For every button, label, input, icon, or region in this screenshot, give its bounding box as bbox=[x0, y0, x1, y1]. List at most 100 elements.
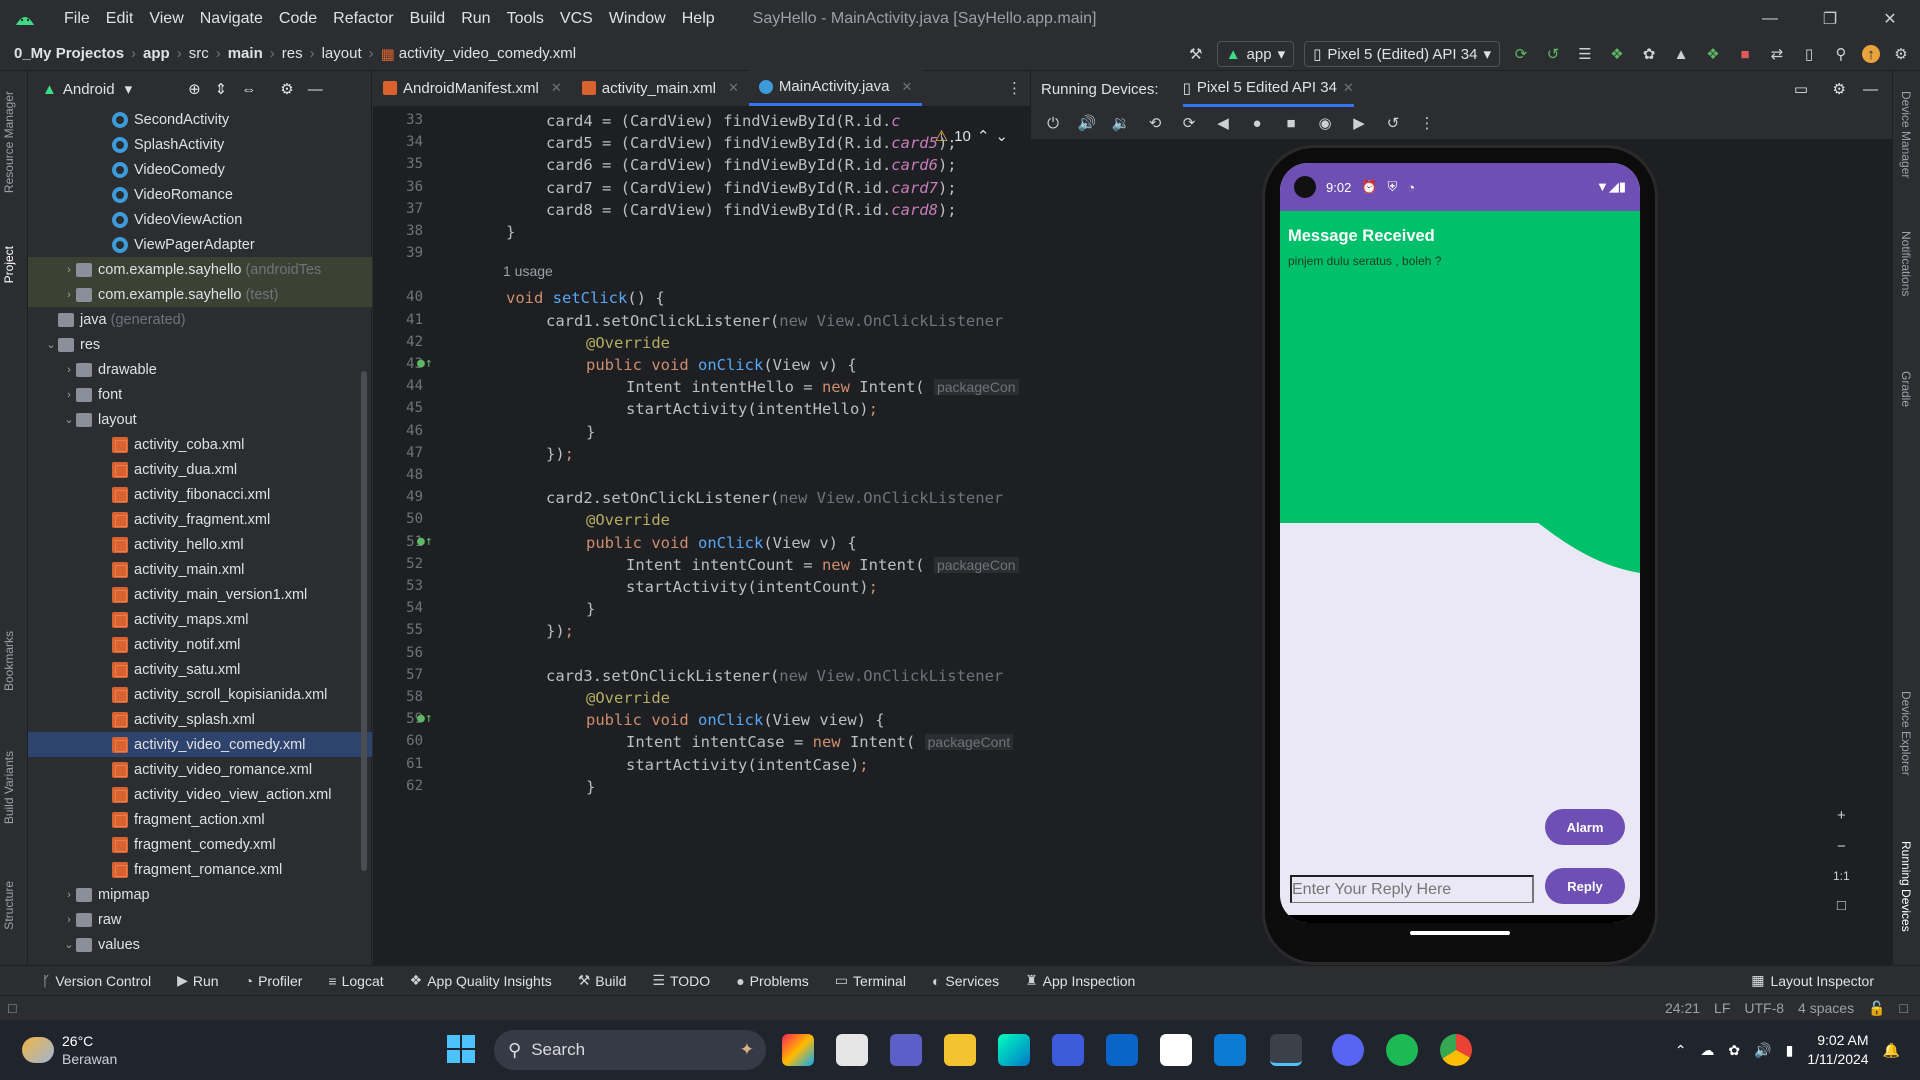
tree-item[interactable]: VideoRomance bbox=[28, 182, 372, 207]
settings-icon[interactable]: ⚙ bbox=[1890, 43, 1912, 65]
chevron-up-icon[interactable]: ⌃ bbox=[977, 127, 990, 145]
hammer-icon[interactable]: ⚒ bbox=[1185, 43, 1207, 65]
tab-device-manager[interactable]: Device Manager bbox=[1899, 91, 1913, 178]
code-line[interactable]: card2.setOnClickListener(new View.OnClic… bbox=[546, 489, 1003, 507]
caret-position[interactable]: 24:21 bbox=[1665, 1000, 1700, 1016]
code-line[interactable]: } bbox=[586, 600, 595, 618]
tab-androidmanifest-xml[interactable]: AndroidManifest.xml ✕ bbox=[373, 70, 572, 106]
close-icon[interactable]: ✕ bbox=[1343, 80, 1354, 96]
tool-problems[interactable]: ● Problems bbox=[736, 972, 809, 989]
code-line[interactable]: public void onClick(View v) { bbox=[586, 534, 857, 552]
vscode-icon[interactable] bbox=[1214, 1034, 1246, 1066]
menu-item-build[interactable]: Build bbox=[402, 0, 454, 37]
breadcrumb-item[interactable]: res bbox=[282, 45, 303, 62]
minimize-icon[interactable]: — bbox=[1740, 0, 1800, 37]
copilot-icon[interactable] bbox=[782, 1034, 814, 1066]
expand-arrow-icon[interactable]: › bbox=[62, 389, 76, 401]
project-view-select[interactable]: Android bbox=[63, 81, 115, 98]
menu-item-file[interactable]: File bbox=[56, 0, 98, 37]
tree-item[interactable]: › drawable bbox=[28, 357, 372, 382]
tree-item[interactable]: fragment_action.xml bbox=[28, 807, 372, 832]
menu-item-help[interactable]: Help bbox=[674, 0, 723, 37]
unlock-icon[interactable]: 🔓 bbox=[1868, 1000, 1885, 1017]
tree-item[interactable]: java (generated) bbox=[28, 307, 372, 332]
code-line[interactable]: @Override bbox=[586, 689, 670, 707]
code-area[interactable]: ⚠ 10 ⌃ ⌄ 33 card4 = (CardView) findViewBy… bbox=[373, 107, 1030, 965]
teams-icon[interactable] bbox=[890, 1034, 922, 1066]
device-tab[interactable]: ▯ Pixel 5 Edited API 34 ✕ bbox=[1182, 71, 1354, 107]
tool-todo[interactable]: ☰ TODO bbox=[652, 972, 710, 989]
tool-services[interactable]: ◐ Services bbox=[932, 972, 999, 989]
tree-item[interactable]: activity_notif.xml bbox=[28, 632, 372, 657]
code-line[interactable]: public void onClick(View view) { bbox=[586, 711, 885, 729]
menu-item-window[interactable]: Window bbox=[601, 0, 674, 37]
breadcrumb-item[interactable]: layout bbox=[322, 45, 362, 62]
gear-icon[interactable]: ⚙ bbox=[280, 80, 293, 98]
edge-icon[interactable] bbox=[998, 1034, 1030, 1066]
code-line[interactable]: card7 = (CardView) findViewById(R.id.car… bbox=[546, 179, 957, 197]
hector-icon[interactable]: □ bbox=[1900, 1000, 1908, 1016]
windows-start-icon[interactable] bbox=[446, 1034, 478, 1066]
code-line[interactable]: @Override bbox=[586, 334, 670, 352]
close-tab-icon[interactable]: ✕ bbox=[551, 80, 562, 96]
menu-item-vcs[interactable]: VCS bbox=[552, 0, 601, 37]
expand-all-icon[interactable]: ⇕ bbox=[215, 80, 228, 98]
code-line[interactable]: Intent intentHello = new Intent( package… bbox=[626, 378, 1019, 396]
tree-item[interactable]: activity_satu.xml bbox=[28, 657, 372, 682]
tree-item[interactable]: › com.example.sayhello (androidTes bbox=[28, 257, 372, 282]
indent-setting[interactable]: 4 spaces bbox=[1798, 1000, 1854, 1016]
tab-project[interactable]: Project bbox=[2, 246, 16, 283]
collapse-all-icon[interactable]: ⇔ bbox=[241, 81, 256, 98]
tab-running-devices[interactable]: Running Devices bbox=[1899, 841, 1913, 932]
record-icon[interactable]: ▶ bbox=[1347, 111, 1371, 135]
layout-inspector-button[interactable]: ▦ Layout Inspector bbox=[1751, 972, 1874, 989]
tool-terminal[interactable]: ▭ Terminal bbox=[835, 972, 906, 989]
gear-icon[interactable]: ⚙ bbox=[1833, 80, 1846, 98]
restore-icon[interactable]: ❐ bbox=[1800, 0, 1860, 37]
file-encoding[interactable]: UTF-8 bbox=[1744, 1000, 1784, 1016]
app-icon[interactable] bbox=[1052, 1034, 1084, 1066]
fit-screen-icon[interactable]: □ bbox=[1837, 897, 1846, 914]
code-line[interactable]: startActivity(intentCount); bbox=[626, 578, 878, 596]
tree-item[interactable]: VideoComedy bbox=[28, 157, 372, 182]
tree-item[interactable]: › raw bbox=[28, 907, 372, 932]
tab-device-explorer[interactable]: Device Explorer bbox=[1899, 691, 1913, 776]
tree-item[interactable]: activity_coba.xml bbox=[28, 432, 372, 457]
scrollbar[interactable] bbox=[361, 371, 367, 871]
tree-item[interactable]: fragment_romance.xml bbox=[28, 857, 372, 882]
clock[interactable]: 9:02 AM 1/11/2024 bbox=[1807, 1031, 1868, 1069]
tree-item[interactable]: activity_fragment.xml bbox=[28, 507, 372, 532]
chevron-up-icon[interactable]: ⌃ bbox=[1675, 1042, 1687, 1059]
tab-mainactivity-java[interactable]: MainActivity.java ✕ bbox=[748, 70, 923, 106]
reply-input[interactable] bbox=[1290, 875, 1534, 903]
zoom-actual-size[interactable]: 1:1 bbox=[1833, 869, 1850, 883]
tab-resource-manager[interactable]: Resource Manager bbox=[2, 91, 16, 193]
more-icon[interactable]: ⋮ bbox=[1415, 111, 1439, 135]
speaker-icon[interactable]: 🔊 bbox=[1754, 1042, 1771, 1059]
breadcrumb-item[interactable]: activity_video_comedy.xml bbox=[399, 45, 576, 62]
tab-activity-main-xml[interactable]: activity_main.xml ✕ bbox=[572, 70, 749, 106]
attach-debugger-icon[interactable]: ✿ bbox=[1638, 43, 1660, 65]
menu-item-edit[interactable]: Edit bbox=[98, 0, 142, 37]
bug-icon[interactable]: ❖ bbox=[1702, 43, 1724, 65]
tree-item[interactable]: ⌄ values bbox=[28, 932, 372, 957]
tree-item[interactable]: activity_fibonacci.xml bbox=[28, 482, 372, 507]
hide-icon[interactable]: — bbox=[1863, 81, 1878, 98]
menu-item-code[interactable]: Code bbox=[271, 0, 325, 37]
tree-item[interactable]: activity_maps.xml bbox=[28, 607, 372, 632]
close-tab-icon[interactable]: ✕ bbox=[728, 80, 739, 96]
tree-item[interactable]: activity_video_romance.xml bbox=[28, 757, 372, 782]
zoom-in-icon[interactable]: + bbox=[1837, 807, 1846, 824]
tool-app-quality-insights[interactable]: ❖ App Quality Insights bbox=[410, 972, 552, 989]
locate-icon[interactable]: ⊕ bbox=[188, 80, 201, 98]
android-studio-icon[interactable] bbox=[1270, 1034, 1302, 1066]
code-line[interactable]: Intent intentCount = new Intent( package… bbox=[626, 556, 1019, 574]
expand-arrow-icon[interactable]: ⌄ bbox=[44, 338, 58, 351]
tool-version-control[interactable]: ᚴ Version Control bbox=[42, 972, 151, 989]
tab-gradle[interactable]: Gradle bbox=[1899, 371, 1913, 407]
list-icon[interactable]: ☰ bbox=[1574, 43, 1596, 65]
menu-item-refactor[interactable]: Refactor bbox=[325, 0, 401, 37]
task-view-icon[interactable] bbox=[836, 1034, 868, 1066]
code-line[interactable]: public void onClick(View v) { bbox=[586, 356, 857, 374]
phone-screen[interactable]: 9:02 ⏰ ⛨ ◔ ▼◢▮ Message Received pinjem d… bbox=[1280, 163, 1640, 923]
